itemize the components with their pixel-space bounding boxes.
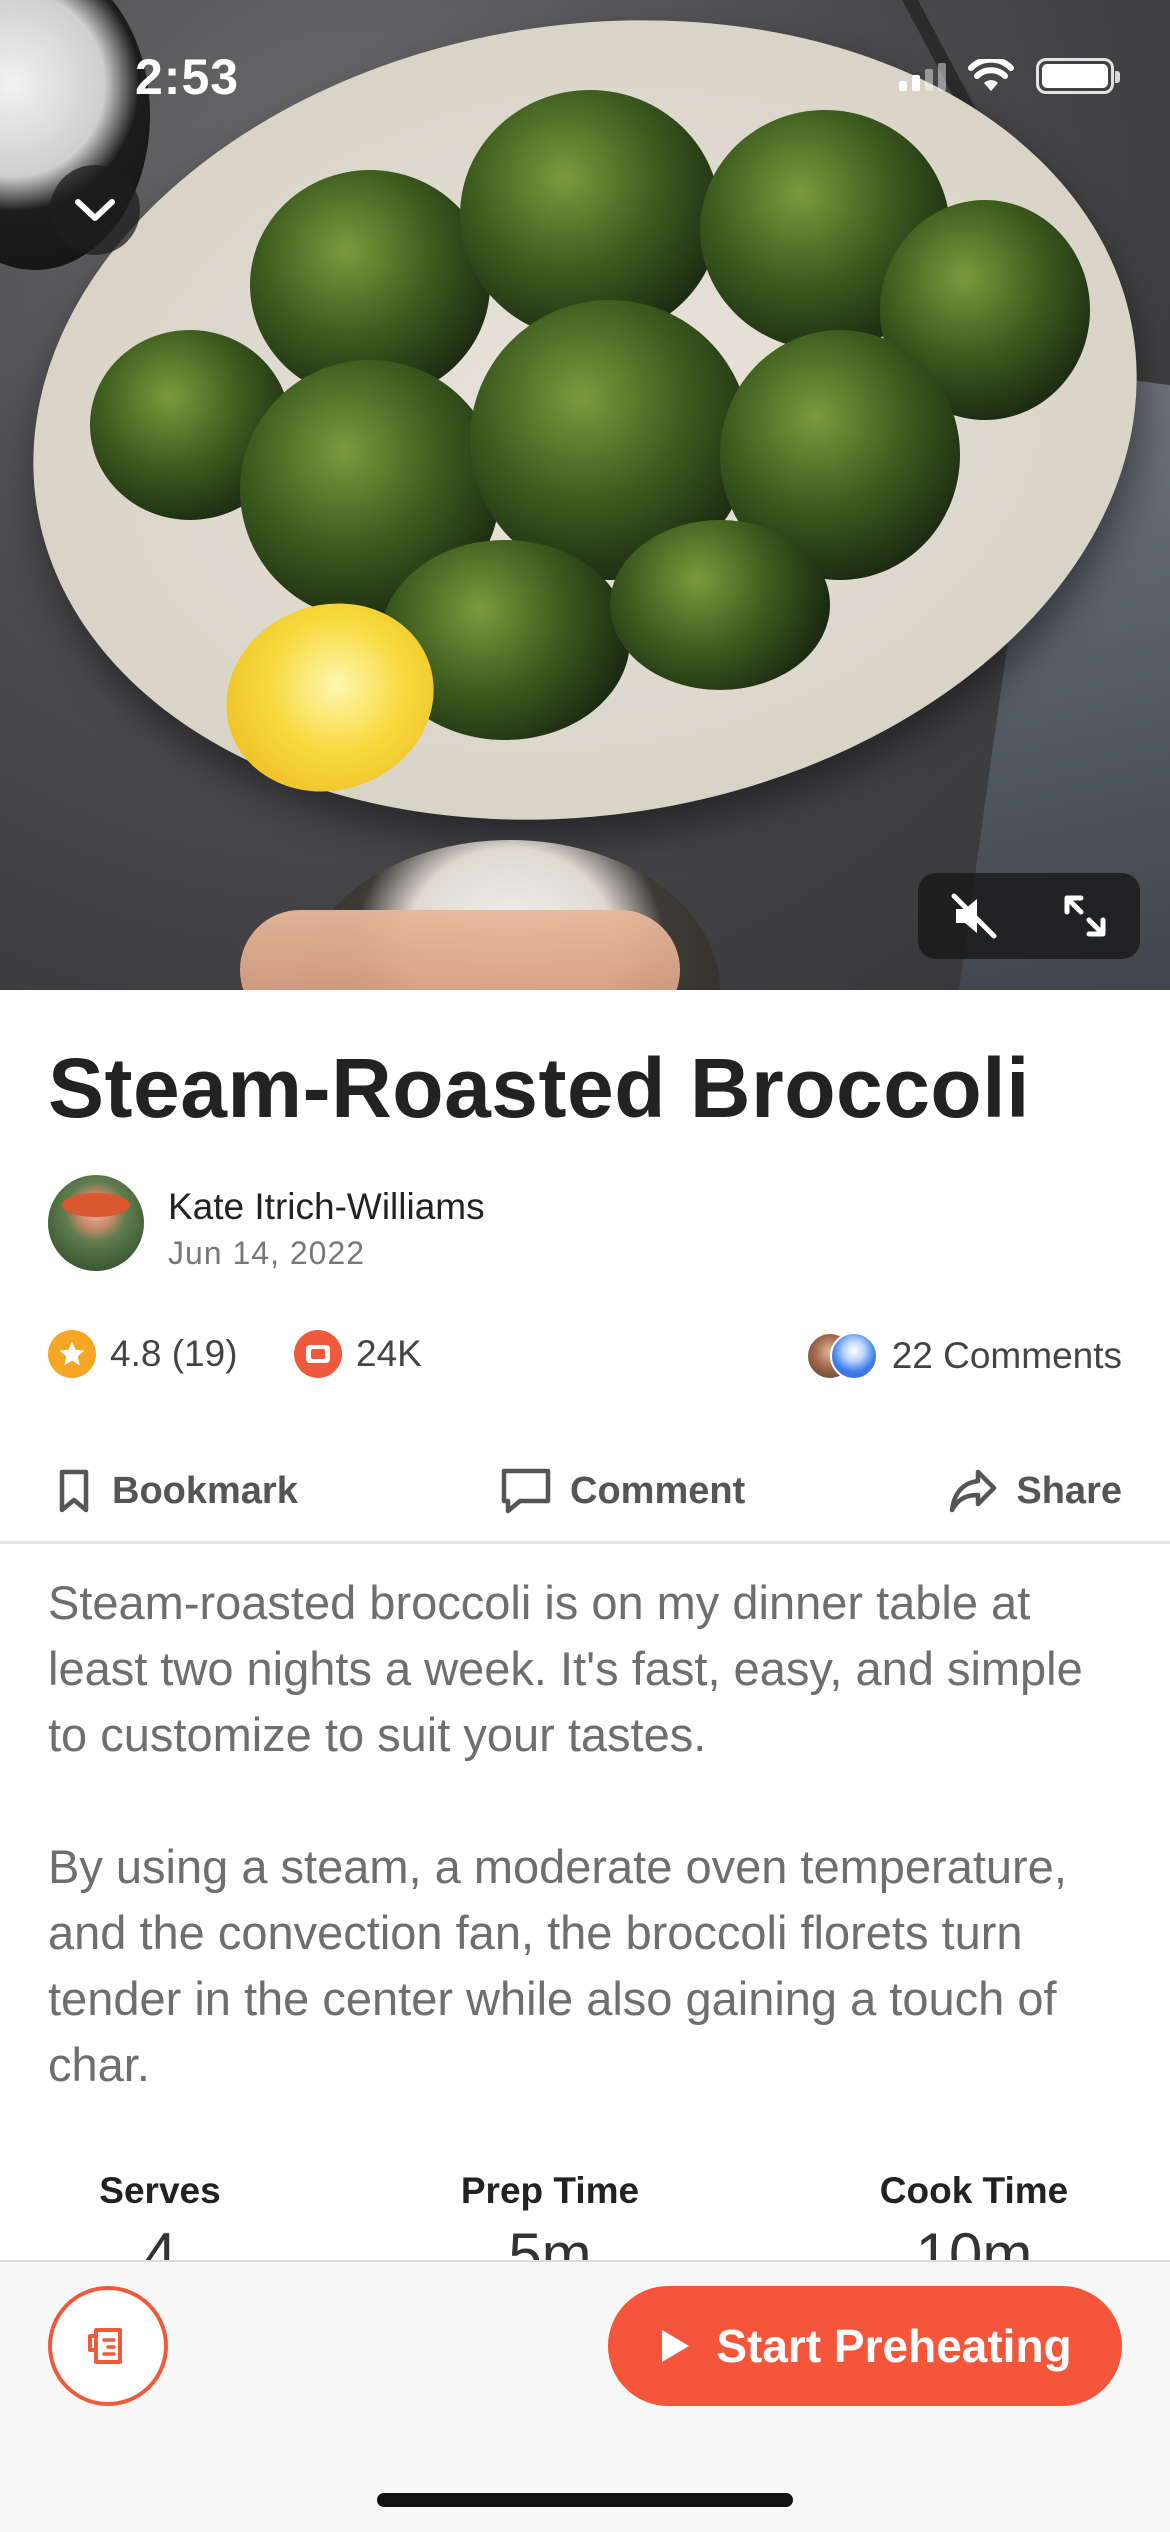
comment-button[interactable]: Comment	[500, 1458, 745, 1524]
comments-count: 22 Comments	[891, 1335, 1122, 1376]
collapse-button[interactable]	[50, 165, 140, 255]
comment-label: Comment	[570, 1469, 746, 1512]
rating-stat[interactable]: 4.8 (19)	[48, 1330, 238, 1378]
chevron-down-icon	[75, 199, 115, 221]
prep-time-value: 5m	[508, 2221, 592, 2260]
comments-stat[interactable]: 22 Comments	[805, 1330, 1122, 1382]
bookmark-icon	[59, 1469, 89, 1513]
serves-value: 4	[143, 2221, 177, 2260]
recipe-video[interactable]	[0, 0, 1170, 990]
action-bar: Bookmark Comment Share	[0, 1440, 1170, 1544]
video-icon	[294, 1330, 342, 1378]
rating-value: 4.8 (19)	[110, 1333, 238, 1374]
video-controls	[918, 873, 1140, 959]
prep-time-info: Prep Time 5m	[400, 2170, 700, 2260]
recipe-title: Steam-Roasted Broccoli	[48, 1041, 1030, 1135]
battery-icon	[1036, 58, 1120, 94]
views-stat: 24K	[294, 1330, 422, 1378]
share-label: Share	[1016, 1469, 1122, 1512]
wifi-icon	[968, 59, 1014, 91]
cellular-signal-icon	[899, 61, 946, 91]
author-avatar[interactable]	[48, 1175, 144, 1271]
recipe-stats: 4.8 (19) 24K 22 Comments	[48, 1330, 1122, 1386]
views-value: 24K	[356, 1333, 422, 1374]
prep-time-label: Prep Time	[460, 2170, 640, 2211]
status-icons	[899, 58, 1120, 94]
broccoli-floret	[610, 520, 830, 690]
bookmark-label: Bookmark	[112, 1469, 298, 1512]
share-icon	[950, 1469, 997, 1513]
comment-icon	[501, 1468, 551, 1514]
mute-button[interactable]	[939, 881, 1009, 951]
expand-icon	[1064, 895, 1105, 937]
publish-date: Jun 14, 2022	[168, 1235, 366, 1271]
serves-label: Serves	[99, 2170, 221, 2211]
measure-button[interactable]	[48, 2286, 168, 2406]
measuring-cup-icon	[88, 2328, 122, 2364]
recipe-times: Serves 4 Prep Time 5m Cook Time 10m	[0, 2170, 1170, 2260]
recipe-description: By using a steam, a moderate oven temper…	[48, 1840, 1067, 2091]
cook-time-info: Cook Time 10m	[824, 2170, 1124, 2260]
status-time: 2:53	[135, 49, 240, 105]
speaker-muted-icon	[951, 893, 996, 939]
start-preheating-button[interactable]: Start Preheating	[608, 2286, 1122, 2406]
author-name[interactable]: Kate Itrich-Williams	[168, 1186, 485, 1228]
commenter-avatars	[805, 1330, 878, 1382]
recipe-description: Steam-roasted broccoli is on my dinner t…	[48, 1576, 1083, 1761]
share-button[interactable]: Share	[948, 1458, 1122, 1524]
home-indicator[interactable]	[377, 2493, 793, 2507]
cook-time-value: 10m	[915, 2221, 1033, 2260]
fullscreen-button[interactable]	[1050, 881, 1120, 951]
start-preheating-label: Start Preheating	[716, 2320, 1072, 2372]
cook-time-label: Cook Time	[879, 2170, 1069, 2211]
serves-info: Serves 4	[10, 2170, 310, 2260]
bookmark-button[interactable]: Bookmark	[54, 1458, 298, 1524]
hand-image	[240, 910, 680, 990]
play-icon	[662, 2330, 690, 2362]
star-icon	[48, 1330, 96, 1378]
